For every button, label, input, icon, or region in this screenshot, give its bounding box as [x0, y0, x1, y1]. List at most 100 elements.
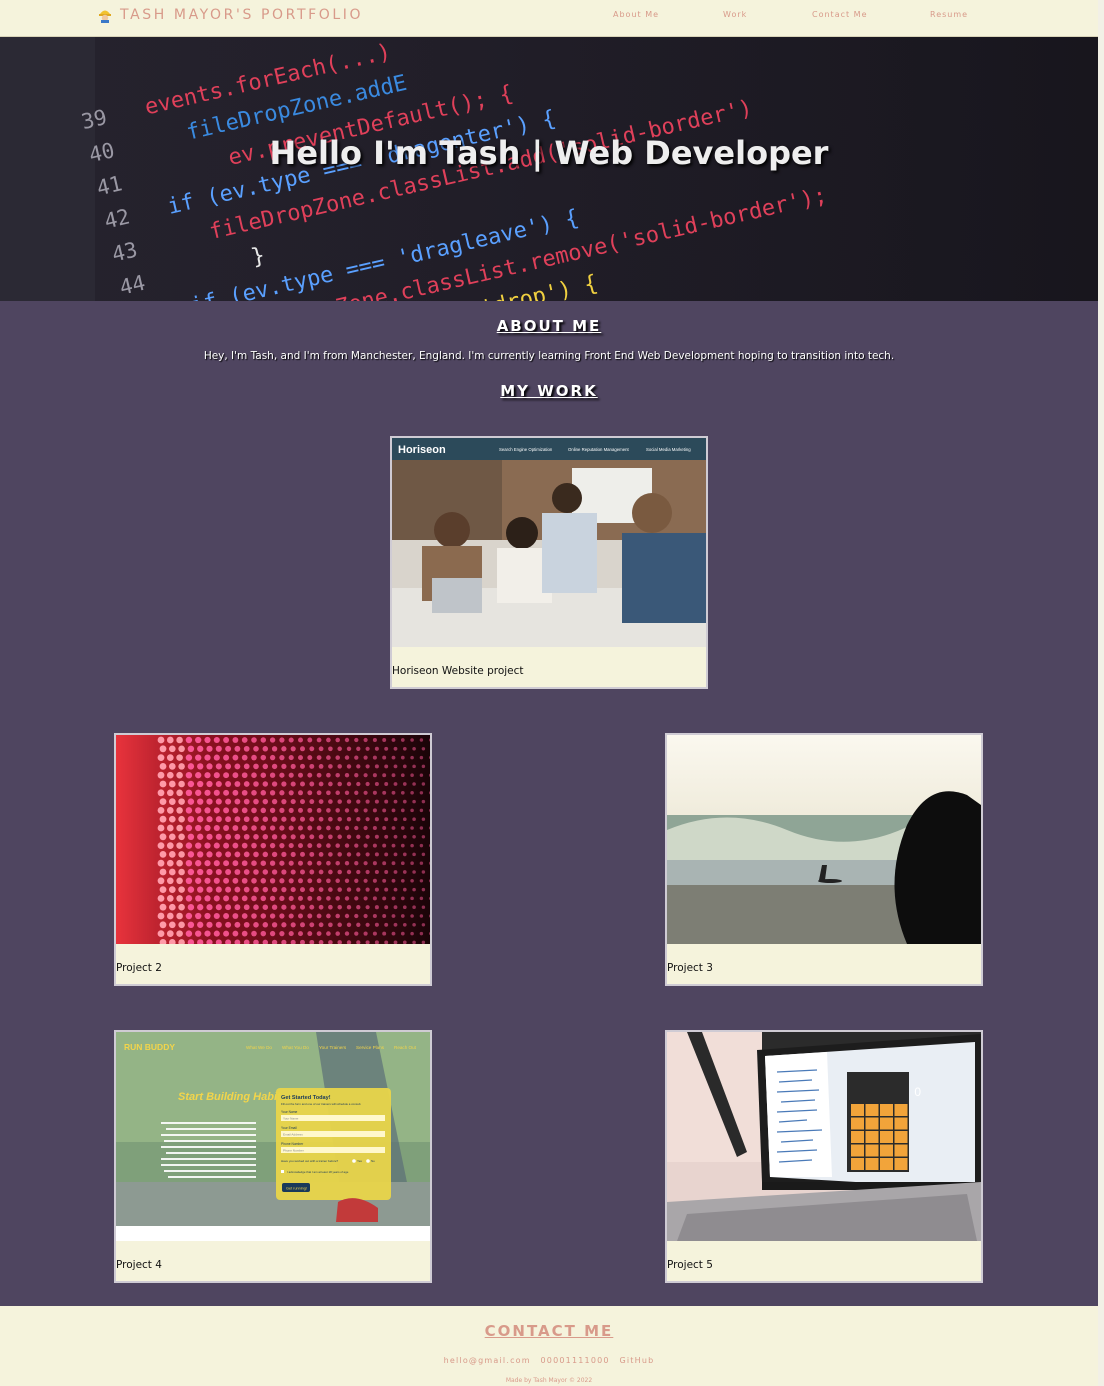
- led-dot: [410, 773, 414, 777]
- led-dot: [225, 886, 232, 893]
- led-dot: [419, 808, 424, 813]
- led-dot: [195, 789, 202, 796]
- project-card-3[interactable]: Project 3: [665, 733, 983, 986]
- led-dot: [391, 755, 396, 760]
- led-dot: [372, 878, 377, 883]
- led-dot: [166, 771, 174, 779]
- nav-about-me[interactable]: About Me: [613, 10, 659, 19]
- led-dot: [318, 904, 324, 910]
- led-dot: [354, 878, 359, 883]
- led-dot: [187, 851, 195, 858]
- led-dot: [206, 851, 213, 858]
- scrollbar-track[interactable]: [1098, 0, 1104, 1386]
- led-dot: [372, 861, 377, 866]
- led-dot: [241, 789, 248, 796]
- led-dot: [374, 922, 379, 927]
- led-dot: [243, 869, 250, 875]
- led-dot: [232, 860, 239, 867]
- led-dot: [309, 922, 315, 928]
- led-dot: [402, 905, 407, 910]
- led-dot: [279, 825, 285, 831]
- led-dot: [307, 737, 313, 743]
- led-dot: [400, 808, 405, 813]
- led-dot: [159, 833, 167, 841]
- led-dot: [354, 737, 359, 743]
- run-buddy-label-name: Your Name: [281, 1110, 298, 1114]
- led-dot: [356, 922, 361, 927]
- led-dot: [225, 745, 232, 752]
- github-link[interactable]: GitHub: [619, 1356, 654, 1365]
- led-dot: [168, 903, 176, 911]
- led-dot: [166, 824, 174, 832]
- led-dot: [271, 834, 278, 840]
- project-caption: Horiseon Website project: [392, 665, 524, 677]
- led-dot: [281, 922, 287, 928]
- led-dot: [281, 781, 287, 787]
- led-dot: [400, 755, 405, 760]
- project-card-horiseon[interactable]: Horiseon Search Engine Optimization Onli…: [390, 436, 708, 689]
- led-dot: [307, 790, 313, 796]
- led-dot: [344, 773, 350, 778]
- led-dot: [393, 905, 398, 910]
- nav-resume[interactable]: Resume: [930, 10, 968, 19]
- hero-banner: 39 events.forEach(...) 40 fileDropZone.addE…: [0, 37, 1098, 301]
- led-dot: [269, 913, 276, 919]
- led-dot: [253, 763, 259, 770]
- project-card-2[interactable]: Project 2: [114, 733, 432, 986]
- project-card-run-buddy[interactable]: RUN BUDDY What We Do What You Do Your Tr…: [114, 1030, 432, 1283]
- led-dot: [346, 922, 352, 927]
- nav-work[interactable]: Work: [723, 10, 747, 19]
- led-dot: [157, 789, 165, 797]
- email-link[interactable]: hello@gmail.com: [444, 1356, 531, 1365]
- footer-credit: Made by Tash Mayor © 2022: [505, 1377, 593, 1384]
- led-dot: [206, 833, 213, 840]
- led-dot: [400, 738, 405, 742]
- led-dot: [326, 790, 331, 796]
- led-dot: [260, 790, 267, 796]
- led-dot: [197, 745, 204, 752]
- led-dot: [253, 904, 259, 910]
- led-dot: [412, 835, 416, 839]
- led-dot: [176, 771, 183, 779]
- led-dot: [225, 781, 232, 787]
- led-dot: [271, 798, 278, 805]
- led-dot: [374, 852, 379, 857]
- led-dot: [410, 738, 414, 742]
- led-dot: [178, 815, 185, 823]
- led-dot: [337, 869, 342, 875]
- led-dot: [178, 868, 185, 876]
- led-dot: [288, 931, 294, 937]
- led-dot: [412, 817, 416, 821]
- calculator-key: [851, 1117, 864, 1130]
- led-dot: [393, 870, 398, 874]
- project-card-5[interactable]: 0 Project 5: [665, 1030, 983, 1283]
- led-dot: [185, 789, 193, 797]
- led-dot: [176, 895, 183, 902]
- led-dot: [356, 781, 361, 787]
- contact-heading: CONTACT ME: [484, 1322, 614, 1340]
- led-dot: [326, 772, 331, 778]
- project-caption: Project 3: [667, 962, 713, 974]
- led-dot: [290, 763, 296, 769]
- led-dot: [213, 807, 220, 814]
- led-dot: [374, 905, 379, 910]
- led-dot: [400, 773, 405, 778]
- led-dot: [300, 851, 305, 857]
- led-dot: [410, 879, 414, 883]
- led-dot: [243, 904, 250, 911]
- led-dot: [225, 851, 232, 858]
- led-dot: [223, 807, 230, 814]
- nav-contact-me[interactable]: Contact Me: [812, 10, 868, 19]
- led-dot: [384, 922, 389, 927]
- calculator-key: [851, 1144, 864, 1157]
- led-dot: [298, 913, 303, 919]
- phone-link[interactable]: 00001111000: [541, 1356, 610, 1365]
- led-dot: [213, 930, 220, 937]
- led-dot: [197, 780, 204, 788]
- calculator-display: 0: [914, 1085, 921, 1099]
- led-dot: [421, 940, 426, 944]
- led-dot: [402, 799, 407, 804]
- led-dot: [223, 895, 230, 902]
- led-dot: [412, 782, 416, 786]
- led-dot: [307, 755, 313, 761]
